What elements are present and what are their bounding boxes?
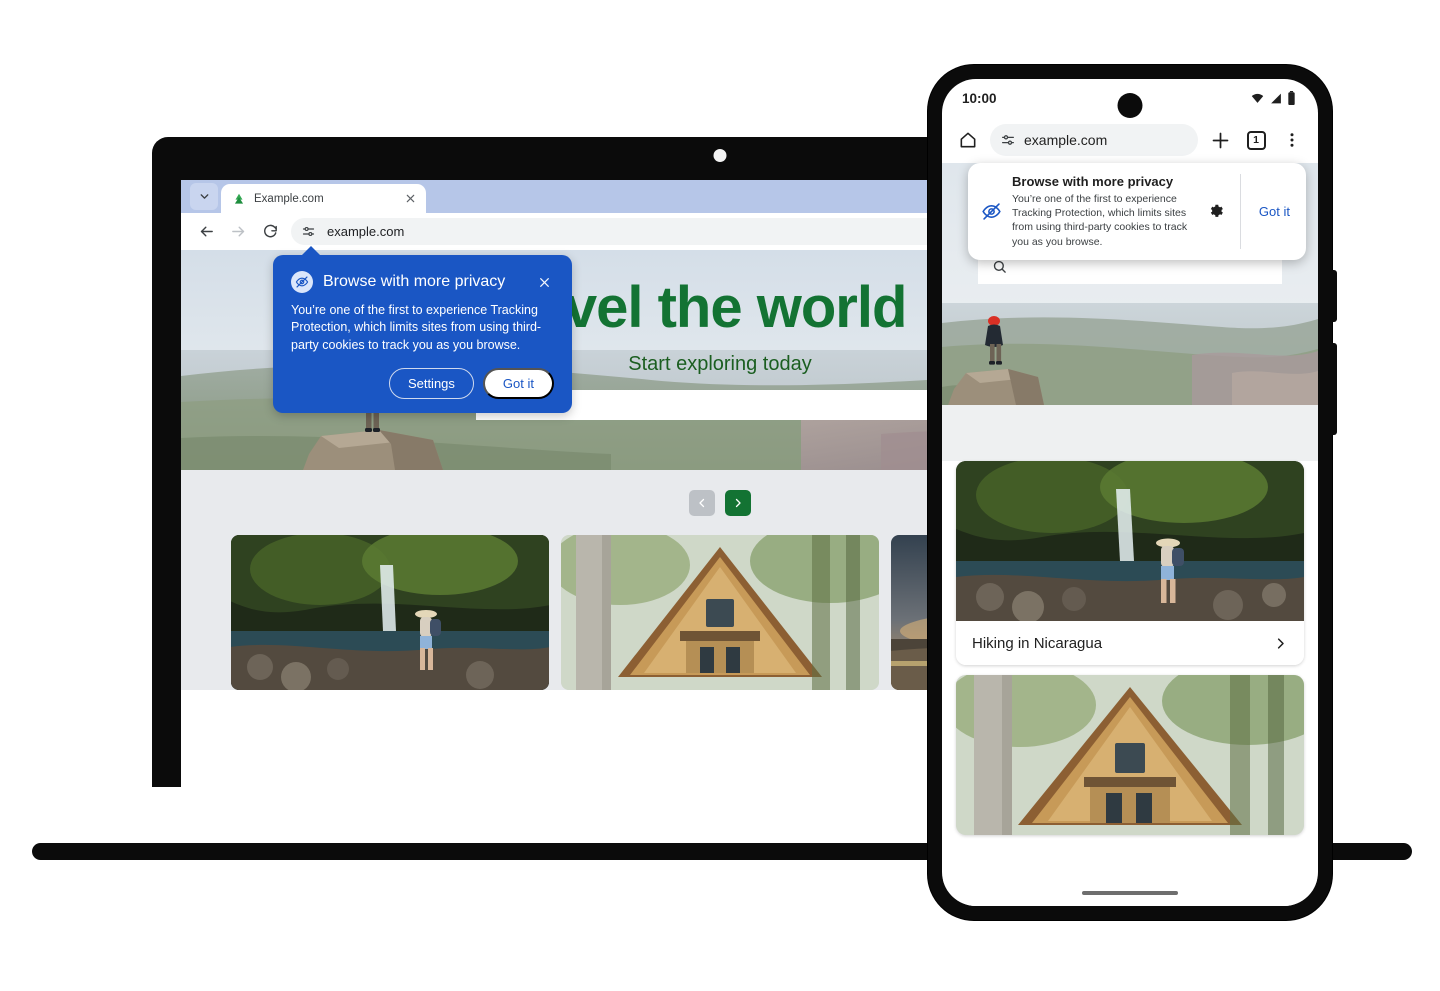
example-site-favicon	[232, 192, 246, 206]
phone-dialog-text: Browse with more privacy You’re one of t…	[1012, 174, 1196, 249]
eye-slash-icon	[291, 271, 313, 293]
reload-icon[interactable]	[255, 217, 285, 247]
dialog-header: Browse with more privacy	[291, 271, 554, 293]
back-arrow-icon[interactable]	[191, 217, 221, 247]
phone-web-page: Start exploring today	[942, 163, 1318, 835]
phone-card-title: Hiking in Nicaragua	[972, 634, 1103, 652]
phone-status-bar: 10:00	[942, 79, 1318, 118]
close-icon[interactable]	[535, 274, 554, 291]
phone-browser-toolbar: example.com 1	[942, 117, 1318, 163]
card-item[interactable]	[231, 535, 549, 690]
plus-icon[interactable]	[1206, 126, 1234, 154]
phone-volume-button[interactable]	[1331, 343, 1337, 435]
chevron-down-icon	[198, 190, 211, 203]
phone-dialog-body: You’re one of the first to experience Tr…	[1012, 193, 1188, 248]
chevron-right-icon[interactable]	[1273, 636, 1288, 651]
tab-count-label: 1	[1246, 130, 1266, 150]
address-bar-url: example.com	[327, 224, 405, 239]
phone-card-item[interactable]: Hiking in Nicaragua	[956, 461, 1304, 665]
close-icon[interactable]	[403, 193, 418, 204]
tune-settings-icon[interactable]	[297, 221, 319, 243]
phone-address-bar[interactable]: example.com	[990, 124, 1198, 156]
status-time: 10:00	[962, 90, 997, 106]
phone-hero-photo	[942, 303, 1318, 405]
home-icon[interactable]	[954, 126, 982, 154]
phone-card-item[interactable]	[956, 675, 1304, 835]
desktop-privacy-dialog: Browse with more privacy You’re one of t…	[273, 246, 572, 413]
settings-button[interactable]: Settings	[388, 367, 474, 399]
browser-tab[interactable]: Example.com	[221, 184, 426, 213]
gesture-pill	[1082, 891, 1178, 895]
chevron-left-icon	[696, 497, 708, 509]
more-vertical-icon[interactable]	[1278, 126, 1306, 154]
tab-search-button[interactable]	[190, 183, 218, 210]
got-it-button[interactable]: Got it	[482, 367, 554, 399]
phone-privacy-dialog: Browse with more privacy You’re one of t…	[968, 163, 1306, 260]
status-icons	[1250, 91, 1296, 105]
devices-scene: Example.com example.com avel the world S…	[0, 0, 1440, 991]
gear-icon[interactable]	[1204, 203, 1230, 220]
phone-power-button[interactable]	[1331, 270, 1337, 322]
phone-device: 10:00 example.com 1 Hiking in Nicaragua …	[928, 65, 1337, 920]
search-icon	[992, 259, 1007, 274]
front-camera-icon	[1117, 93, 1143, 118]
phone-screen: 10:00 example.com 1 Hiking in Nicaragua …	[942, 79, 1318, 906]
carousel-prev-button[interactable]	[689, 489, 715, 516]
phone-gesture-bar[interactable]	[942, 880, 1318, 906]
card-item[interactable]	[561, 535, 879, 690]
tab-switcher-button[interactable]: 1	[1242, 126, 1270, 154]
tune-settings-icon[interactable]	[1000, 132, 1016, 148]
dialog-actions: Settings Got it	[291, 367, 554, 399]
phone-section-gap	[942, 405, 1318, 461]
dialog-title: Browse with more privacy	[323, 273, 506, 290]
phone-card-footer[interactable]: Hiking in Nicaragua	[956, 621, 1304, 665]
browser-tab-title: Example.com	[254, 192, 324, 205]
dialog-body: You’re one of the first to experience Tr…	[291, 303, 542, 352]
dialog-divider	[1239, 174, 1241, 249]
wifi-icon	[1250, 92, 1265, 105]
phone-card-image	[956, 675, 1304, 835]
battery-icon	[1287, 91, 1296, 105]
forward-arrow-icon[interactable]	[223, 217, 253, 247]
phone-got-it-button[interactable]: Got it	[1251, 204, 1298, 219]
phone-address-bar-url: example.com	[1024, 132, 1108, 148]
phone-card-image	[956, 461, 1304, 621]
eye-slash-icon	[978, 201, 1004, 222]
cell-signal-icon	[1269, 92, 1283, 105]
laptop-webcam-icon	[713, 149, 727, 162]
phone-dialog-title: Browse with more privacy	[1012, 174, 1174, 189]
carousel-next-button[interactable]	[725, 489, 751, 516]
chevron-right-icon	[732, 497, 744, 509]
